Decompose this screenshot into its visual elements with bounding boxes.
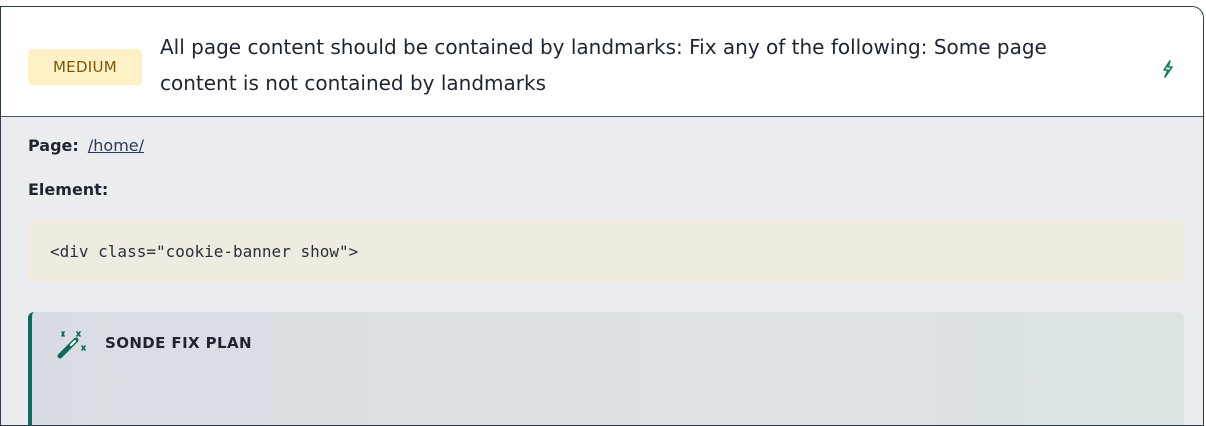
issue-title: All page content should be contained by … — [160, 35, 1047, 95]
issue-card: MEDIUM All page content should be contai… — [0, 6, 1204, 426]
page-row: Page: /home/ — [28, 134, 1203, 158]
element-row: Element: — [28, 178, 1203, 202]
element-label: Element: — [28, 180, 109, 199]
page-link[interactable]: /home/ — [88, 136, 144, 155]
issue-body: Page: /home/ Element: <div class="cookie… — [1, 117, 1203, 425]
element-code-text: <div class="cookie-banner show"> — [50, 241, 359, 261]
element-code: <div class="cookie-banner show"> — [28, 220, 1184, 282]
issue-header[interactable]: MEDIUM All page content should be contai… — [1, 7, 1203, 117]
fix-plan-panel: SONDE FIX PLAN — [28, 312, 1184, 425]
page-label: Page: — [28, 136, 79, 155]
magic-wand-icon — [54, 330, 88, 360]
fix-plan-title: SONDE FIX PLAN — [105, 334, 252, 352]
lightning-icon[interactable] — [1157, 58, 1179, 80]
severity-badge: MEDIUM — [28, 49, 142, 85]
